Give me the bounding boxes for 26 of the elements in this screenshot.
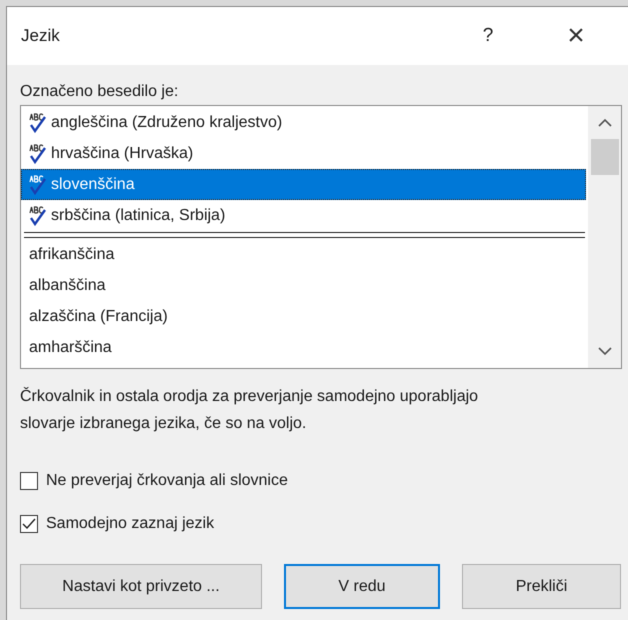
checkbox[interactable] [20, 472, 38, 490]
checkbox[interactable] [20, 514, 38, 532]
checkbox-label[interactable]: Samodejno zaznaj jezik [46, 514, 214, 532]
spellcheck-icon [29, 206, 47, 226]
spellcheck-icon [29, 144, 47, 164]
spellcheck-icon [29, 112, 47, 132]
dialog-button[interactable]: Nastavi kot privzeto ... [20, 564, 262, 609]
spellcheck-icon [29, 174, 47, 194]
dialog-button[interactable]: Prekliči [462, 564, 621, 609]
language-item[interactable]: slovenščina [21, 169, 586, 200]
window-title: Jezik [21, 26, 61, 46]
scroll-thumb[interactable] [590, 139, 618, 175]
dialog-button[interactable]: V redu [284, 564, 440, 609]
language-item[interactable]: angleščina (Združeno kraljestvo) [21, 107, 586, 138]
list-label: Označeno besedilo je: [20, 83, 178, 101]
language-item[interactable]: srbščina (latinica, Srbija) [21, 200, 586, 231]
checkbox-label[interactable]: Ne preverjaj črkovanja ali slovnice [46, 472, 288, 490]
language-item[interactable]: afrikanščina [21, 239, 586, 270]
language-item[interactable]: albanščina [21, 270, 586, 301]
scrollbar[interactable] [588, 106, 621, 368]
language-item[interactable]: amharščina [21, 332, 586, 363]
close-button[interactable]: × [556, 16, 596, 56]
language-item[interactable]: alzaščina (Francija) [21, 301, 586, 332]
help-button[interactable]: ? [468, 16, 508, 56]
description-text: Črkovalnik in ostala orodja za preverjanje samodejno uporabljajo slovarje izbranega jezika, če so na voljo. [20, 386, 480, 434]
language-item[interactable]: hrvaščina (Hrvaška) [21, 138, 586, 169]
